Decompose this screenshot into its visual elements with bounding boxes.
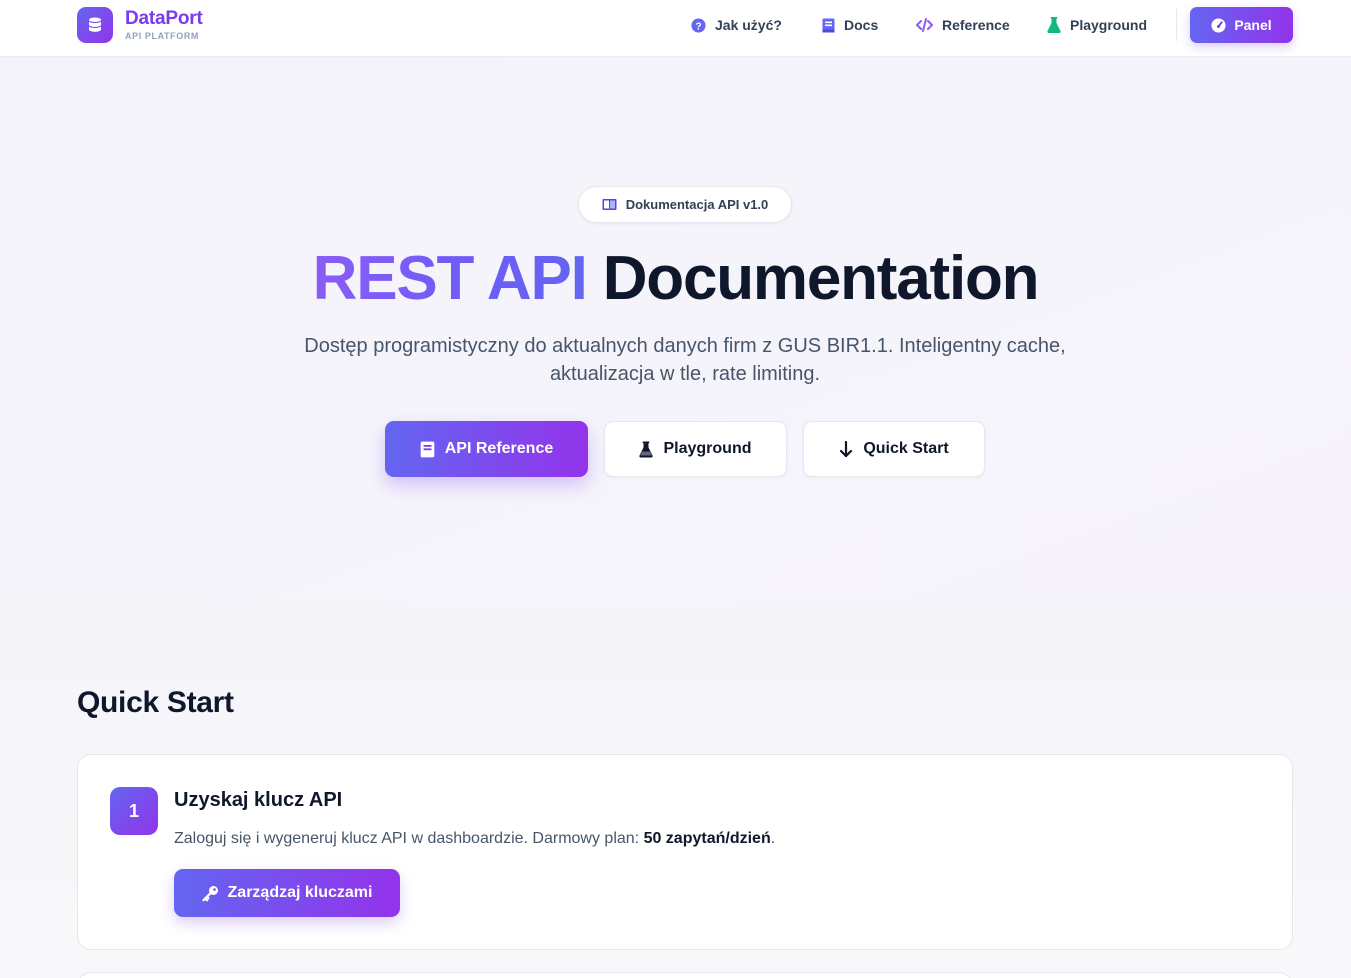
page-title: REST API Documentation [0, 243, 1351, 315]
flask-icon [1047, 17, 1061, 33]
book-icon [420, 441, 435, 458]
panel-button-label: Panel [1234, 17, 1272, 33]
nav-item-label: Docs [844, 17, 879, 33]
quick-start-title: Quick Start [77, 686, 234, 719]
step-title: Uzyskaj klucz API [174, 789, 343, 811]
playground-button[interactable]: Playground [604, 421, 787, 477]
quick-start-button-label: Quick Start [863, 440, 949, 457]
top-navbar: DataPort API PLATFORM ? Jak użyć? Docs R… [0, 0, 1351, 57]
svg-text:?: ? [695, 21, 701, 32]
playground-button-label: Playground [663, 440, 752, 457]
quick-start-button[interactable]: Quick Start [803, 421, 985, 477]
version-badge: Dokumentacja API v1.0 [578, 186, 792, 223]
code-icon [916, 18, 933, 32]
version-badge-label: Dokumentacja API v1.0 [625, 197, 769, 212]
book-icon [822, 18, 835, 33]
page-title-main: Documentation [602, 244, 1040, 313]
step-number-badge: 1 [110, 787, 158, 835]
step-card [77, 754, 1293, 950]
database-icon [77, 7, 113, 43]
nav-item-label: Playground [1070, 17, 1148, 33]
hero-subtitle: Dostęp programistyczny do aktualnych dan… [304, 335, 1066, 385]
brand-title: DataPort [125, 7, 203, 29]
nav-item-label: Reference [942, 17, 1010, 33]
step-description-limit: 50 zapytań/dzień [643, 830, 771, 847]
panel-button[interactable]: Panel [1190, 7, 1293, 43]
step-card-next [77, 972, 1293, 978]
arrow-down-icon [839, 440, 853, 458]
question-circle-icon: ? [691, 17, 706, 33]
gauge-icon [1211, 17, 1226, 33]
api-reference-button-label: API Reference [444, 440, 554, 457]
brand-subtitle: API PLATFORM [125, 30, 200, 41]
nav-item-label: Jak użyć? [715, 17, 782, 33]
nav-divider [1176, 9, 1177, 41]
nav-item-how-to-use[interactable]: ? Jak użyć? [691, 17, 782, 33]
step-description-end: . [770, 830, 776, 847]
key-icon [201, 885, 219, 902]
flask-icon [639, 441, 654, 458]
book-open-icon [602, 198, 617, 211]
nav-item-playground[interactable]: Playground [1047, 17, 1147, 33]
page-title-accent: REST API [312, 244, 588, 313]
step-description-text: Zaloguj się i wygeneruj klucz API w dash… [174, 830, 644, 847]
manage-keys-button[interactable]: Zarządzaj kluczami [174, 869, 400, 917]
api-reference-button[interactable]: API Reference [385, 421, 588, 477]
brand-logo[interactable]: DataPort API PLATFORM [77, 7, 203, 43]
step-description: Zaloguj się i wygeneruj klucz API w dash… [174, 830, 775, 848]
nav-item-reference[interactable]: Reference [916, 17, 1010, 33]
manage-keys-button-label: Zarządzaj kluczami [227, 884, 373, 901]
nav-item-docs[interactable]: Docs [822, 17, 878, 33]
